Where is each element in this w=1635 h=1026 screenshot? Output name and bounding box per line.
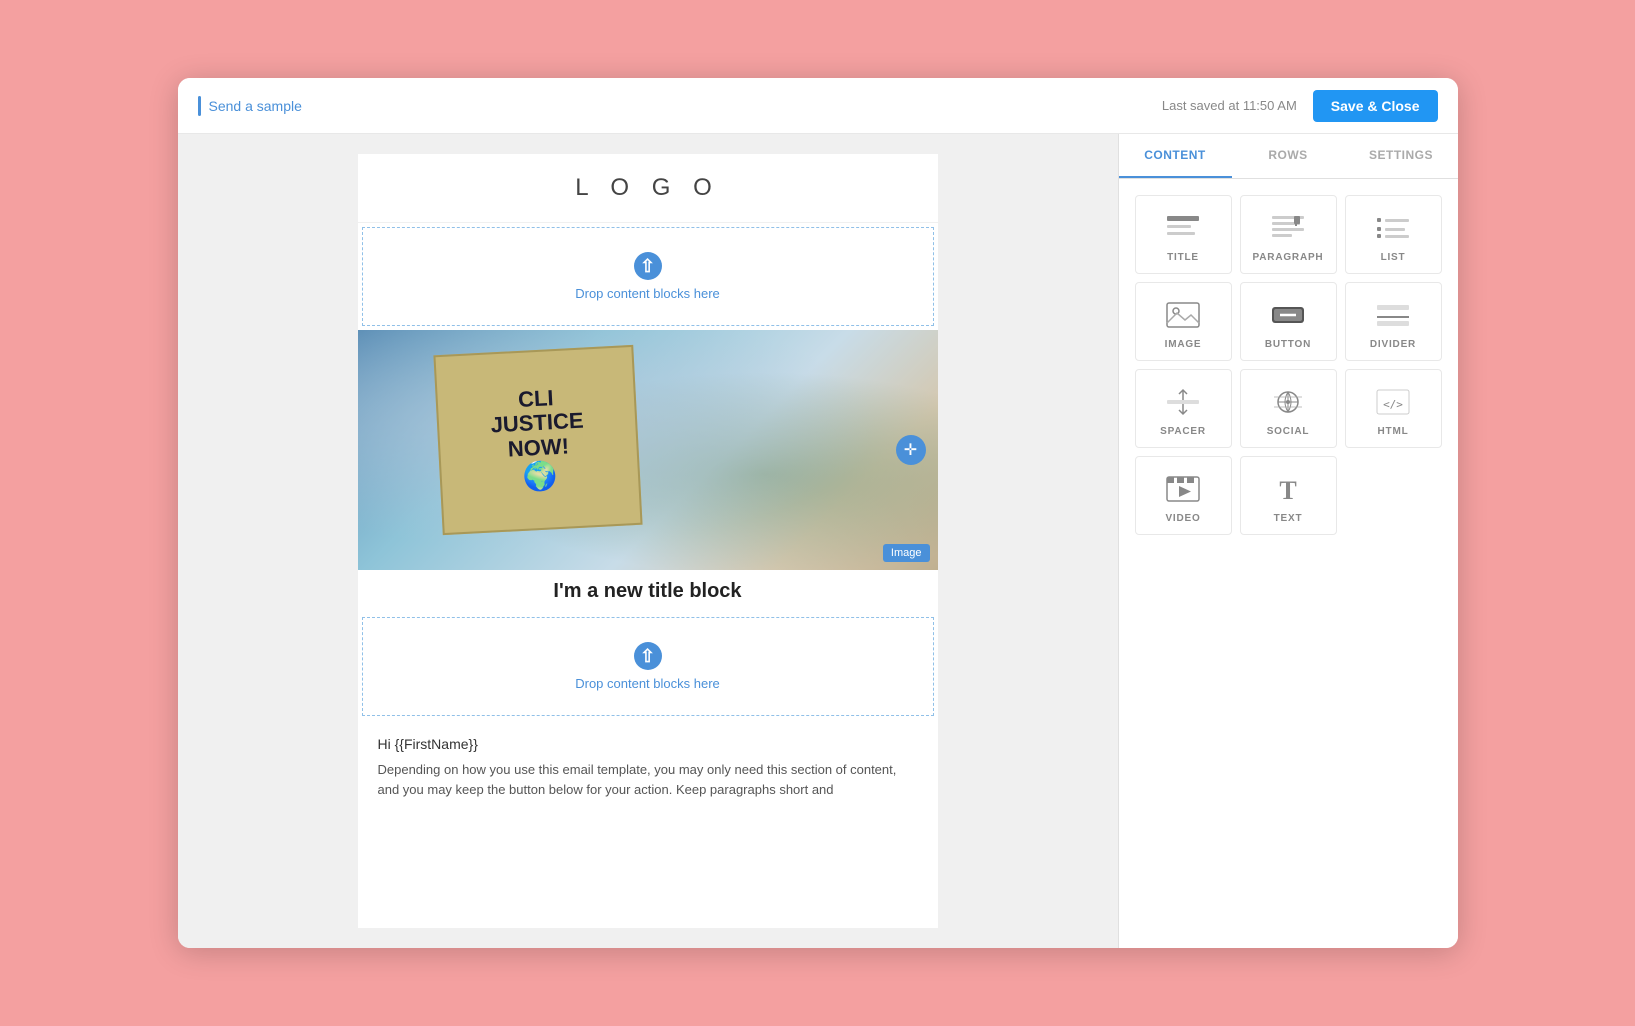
image-badge: Image	[883, 544, 930, 562]
block-spacer[interactable]: SPACER	[1135, 369, 1232, 448]
image-block[interactable]: CLIJUSTICENOW! 🌍 ✛ Image	[358, 330, 938, 570]
tab-settings[interactable]: SETTINGS	[1345, 134, 1458, 178]
block-html[interactable]: </> HTML	[1345, 369, 1442, 448]
html-label: HTML	[1378, 426, 1409, 437]
block-image[interactable]: IMAGE	[1135, 282, 1232, 361]
protest-sign: CLIJUSTICENOW! 🌍	[433, 345, 642, 535]
text-icon: T	[1268, 473, 1308, 505]
top-bar-left: Send a sample	[198, 96, 302, 116]
drop-zone-icon-1: ⇧	[634, 252, 662, 280]
svg-text:</>: </>	[1383, 398, 1403, 411]
spacer-label: SPACER	[1160, 426, 1206, 437]
email-logo-area: L O G O	[358, 154, 938, 223]
email-logo: L O G O	[575, 174, 719, 201]
app-window: Send a sample Last saved at 11:50 AM Sav…	[178, 78, 1458, 948]
email-canvas: L O G O ⇧ Drop content blocks here CLIJU…	[358, 154, 938, 928]
title-label: TITLE	[1167, 252, 1199, 263]
button-icon	[1268, 299, 1308, 331]
block-list[interactable]: LIST	[1345, 195, 1442, 274]
top-bar: Send a sample Last saved at 11:50 AM Sav…	[178, 78, 1458, 134]
video-label: VIDEO	[1165, 513, 1200, 524]
move-handle[interactable]: ✛	[896, 435, 926, 465]
paragraph-label: PARAGRAPH	[1253, 252, 1324, 263]
paragraph-icon	[1268, 212, 1308, 244]
social-label: SOCIAL	[1267, 426, 1310, 437]
html-icon: </>	[1373, 386, 1413, 418]
block-divider[interactable]: DIVIDER	[1345, 282, 1442, 361]
send-sample-link[interactable]: Send a sample	[209, 98, 302, 114]
save-close-button[interactable]: Save & Close	[1313, 90, 1438, 122]
email-text-section: Hi {{FirstName}} Depending on how you us…	[358, 720, 938, 815]
tab-content[interactable]: CONTENT	[1119, 134, 1232, 178]
globe-icon: 🌍	[521, 459, 558, 494]
main-area: L O G O ⇧ Drop content blocks here CLIJU…	[178, 134, 1458, 948]
list-icon	[1373, 212, 1413, 244]
button-label: BUTTON	[1265, 339, 1311, 350]
block-button[interactable]: BUTTON	[1240, 282, 1337, 361]
title-icon	[1163, 212, 1203, 244]
drop-zone-1[interactable]: ⇧ Drop content blocks here	[362, 227, 934, 326]
top-bar-divider	[198, 96, 201, 116]
block-text[interactable]: T TEXT	[1240, 456, 1337, 535]
social-icon	[1268, 386, 1308, 418]
image-icon	[1163, 299, 1203, 331]
content-blocks-grid: TITLE PARAGRAPH	[1119, 179, 1458, 551]
drop-zone-icon-2: ⇧	[634, 642, 662, 670]
list-label: LIST	[1381, 252, 1406, 263]
block-title[interactable]: TITLE	[1135, 195, 1232, 274]
top-bar-right: Last saved at 11:50 AM Save & Close	[1162, 90, 1438, 122]
drop-zone-label-1: Drop content blocks here	[575, 286, 720, 301]
panel-tabs: CONTENT ROWS SETTINGS	[1119, 134, 1458, 179]
text-label: TEXT	[1274, 513, 1303, 524]
email-body: Depending on how you use this email temp…	[378, 760, 918, 799]
last-saved-text: Last saved at 11:50 AM	[1162, 98, 1297, 113]
divider-label: DIVIDER	[1370, 339, 1416, 350]
title-block[interactable]: I'm a new title block	[358, 570, 938, 613]
drop-zone-label-2: Drop content blocks here	[575, 676, 720, 691]
block-paragraph[interactable]: PARAGRAPH	[1240, 195, 1337, 274]
tab-rows[interactable]: ROWS	[1232, 134, 1345, 178]
drop-zone-2[interactable]: ⇧ Drop content blocks here	[362, 617, 934, 716]
right-panel: CONTENT ROWS SETTINGS TITLE	[1118, 134, 1458, 948]
email-greeting: Hi {{FirstName}}	[378, 736, 918, 752]
block-social[interactable]: SOCIAL	[1240, 369, 1337, 448]
sign-text: CLIJUSTICENOW!	[488, 385, 585, 462]
divider-icon	[1373, 299, 1413, 331]
image-placeholder: CLIJUSTICENOW! 🌍	[358, 330, 938, 570]
svg-text:T: T	[1279, 476, 1296, 505]
image-label: IMAGE	[1165, 339, 1202, 350]
email-preview-panel[interactable]: L O G O ⇧ Drop content blocks here CLIJU…	[178, 134, 1118, 948]
block-video[interactable]: VIDEO	[1135, 456, 1232, 535]
video-icon	[1163, 473, 1203, 505]
spacer-icon	[1163, 386, 1203, 418]
